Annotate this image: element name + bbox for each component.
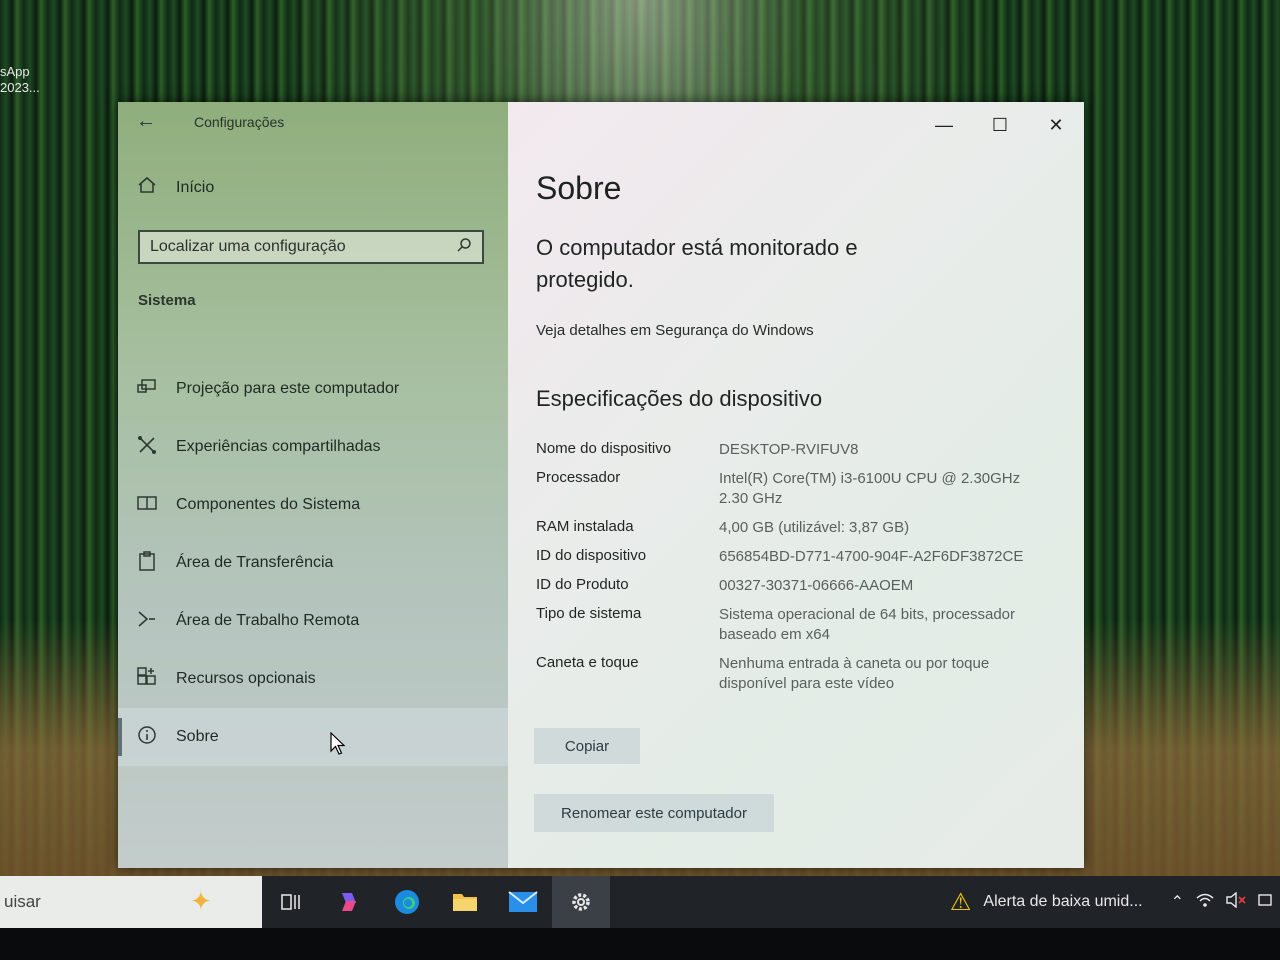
protection-status-text: O computador está monitorado e protegido… <box>536 235 858 292</box>
settings-gear-icon[interactable] <box>552 876 610 928</box>
warning-icon[interactable]: ⚠ <box>950 888 972 917</box>
spec-value: Intel(R) Core(TM) i3-6100U CPU @ 2.30GHz… <box>719 470 1021 507</box>
spec-label: Nome do dispositivo <box>536 440 672 457</box>
projection-icon <box>136 378 158 401</box>
sidebar-item-sobre[interactable]: Sobre <box>118 708 508 766</box>
sidebar-item-recursos[interactable]: Recursos opcionais <box>118 650 508 708</box>
spec-row: ID do dispositivo 656854BD-D771-4700-904… <box>536 547 1056 567</box>
content-pane: — ☐ ✕ Sobre O computador está monitorado… <box>508 102 1084 868</box>
spec-value: 4,00 GB (utilizável: 3,87 GB) <box>719 519 910 536</box>
desktop-icon-label-2: 2023... <box>0 80 40 95</box>
task-view-icon[interactable] <box>262 876 320 928</box>
sidebar-item-label: Sobre <box>176 728 219 745</box>
desktop-icon[interactable]: sApp 2023... <box>0 64 40 96</box>
nav-home-label: Início <box>176 178 215 196</box>
window-title: Configurações <box>194 114 285 130</box>
taskbar-search-box[interactable]: ✦ <box>0 876 262 928</box>
spec-value: DESKTOP-RVIFUV8 <box>719 441 859 458</box>
system-components-icon <box>136 494 158 517</box>
window-controls: — ☐ ✕ <box>916 102 1084 148</box>
chevron-up-icon[interactable]: ⌃ <box>1171 892 1184 912</box>
sidebar-item-label: Área de Trabalho Remota <box>176 612 360 629</box>
settings-search-input[interactable] <box>150 238 456 256</box>
spec-label: Processador <box>536 469 621 486</box>
spec-row: Nome do dispositivo DESKTOP-RVIFUV8 <box>536 440 1056 460</box>
spec-row: Tipo de sistema Sistema operacional de 6… <box>536 605 1056 645</box>
mouse-cursor-icon <box>330 731 346 761</box>
spec-row: ID do Produto 00327-30371-06666-AAOEM <box>536 576 1056 596</box>
spec-label: Caneta e toque <box>536 654 639 671</box>
taskbar-search-input[interactable] <box>2 891 156 913</box>
close-button[interactable]: ✕ <box>1028 102 1084 148</box>
maximize-button[interactable]: ☐ <box>972 102 1028 148</box>
settings-window: ← Configurações Início Sistema Projeção … <box>118 102 1084 868</box>
weather-alert-text[interactable]: Alerta de baixa umid... <box>983 893 1142 911</box>
sidebar-item-remota[interactable]: Área de Trabalho Remota <box>118 592 508 650</box>
spec-label: Tipo de sistema <box>536 605 642 622</box>
battery-icon[interactable] <box>1258 892 1272 913</box>
taskbar: ✦ ⚠ Alerta de baixa umid... ⌃ <box>0 876 1280 928</box>
sidebar-item-experiencias[interactable]: Experiências compartilhadas <box>118 418 508 476</box>
spec-value: 656854BD-D771-4700-904F-A2F6DF3872CE <box>719 548 1024 565</box>
shared-experiences-icon <box>136 435 158 459</box>
copilot-sparkle-icon: ✦ <box>190 886 212 916</box>
sidebar-item-label: Projeção para este computador <box>176 380 400 397</box>
windows-security-link[interactable]: Veja detalhes em Segurança do Windows <box>536 322 814 339</box>
volume-muted-icon[interactable] <box>1226 891 1246 913</box>
spec-row: Processador Intel(R) Core(TM) i3-6100U C… <box>536 469 1056 509</box>
spec-value: Sistema operacional de 64 bits, processa… <box>719 606 1016 643</box>
settings-search-box[interactable] <box>138 230 484 264</box>
search-icon[interactable] <box>456 237 472 258</box>
minimize-button[interactable]: — <box>916 102 972 148</box>
spec-label: ID do Produto <box>536 576 629 593</box>
sidebar-item-label: Área de Transferência <box>176 554 334 571</box>
nav-list: Projeção para este computador Experiênci… <box>118 360 508 766</box>
copy-button[interactable]: Copiar <box>534 728 640 764</box>
device-specs-heading: Especificações do dispositivo <box>536 386 823 411</box>
spec-label: ID do dispositivo <box>536 547 647 564</box>
copilot-icon[interactable] <box>320 876 378 928</box>
spec-value: Nenhuma entrada à caneta ou por toque di… <box>719 655 990 692</box>
nav-home[interactable]: Início <box>136 176 214 199</box>
optional-features-icon <box>136 666 158 692</box>
file-explorer-icon[interactable] <box>436 876 494 928</box>
spec-label: RAM instalada <box>536 518 634 535</box>
back-arrow-icon[interactable]: ← <box>136 110 156 133</box>
info-icon <box>136 725 158 750</box>
sidebar-item-label: Componentes do Sistema <box>176 496 361 513</box>
remote-desktop-icon <box>136 610 158 633</box>
sidebar-item-componentes[interactable]: Componentes do Sistema <box>118 476 508 534</box>
spec-row: Caneta e toque Nenhuma entrada à caneta … <box>536 654 1056 694</box>
system-tray: ⚠ Alerta de baixa umid... ⌃ <box>950 876 1280 928</box>
desktop-icon-label-1: sApp <box>0 64 30 79</box>
sidebar-item-label: Recursos opcionais <box>176 670 316 687</box>
spec-value: 00327-30371-06666-AAOEM <box>719 577 914 594</box>
clipboard-icon <box>136 550 158 576</box>
rename-computer-button[interactable]: Renomear este computador <box>534 794 774 832</box>
edge-browser-icon[interactable] <box>378 876 436 928</box>
page-title: Sobre <box>536 170 622 206</box>
sidebar: ← Configurações Início Sistema Projeção … <box>118 102 508 868</box>
sidebar-item-label: Experiências compartilhadas <box>176 438 381 455</box>
sidebar-item-projecao[interactable]: Projeção para este computador <box>118 360 508 418</box>
wifi-icon[interactable] <box>1196 892 1214 913</box>
mail-icon[interactable] <box>494 876 552 928</box>
sidebar-item-transferencia[interactable]: Área de Transferência <box>118 534 508 592</box>
screen-bezel <box>0 928 1280 960</box>
home-icon <box>136 176 158 199</box>
section-label-sistema: Sistema <box>138 292 196 309</box>
device-specs-table: Nome do dispositivo DESKTOP-RVIFUV8 Proc… <box>536 440 1056 703</box>
spec-row: RAM instalada 4,00 GB (utilizável: 3,87 … <box>536 518 1056 538</box>
